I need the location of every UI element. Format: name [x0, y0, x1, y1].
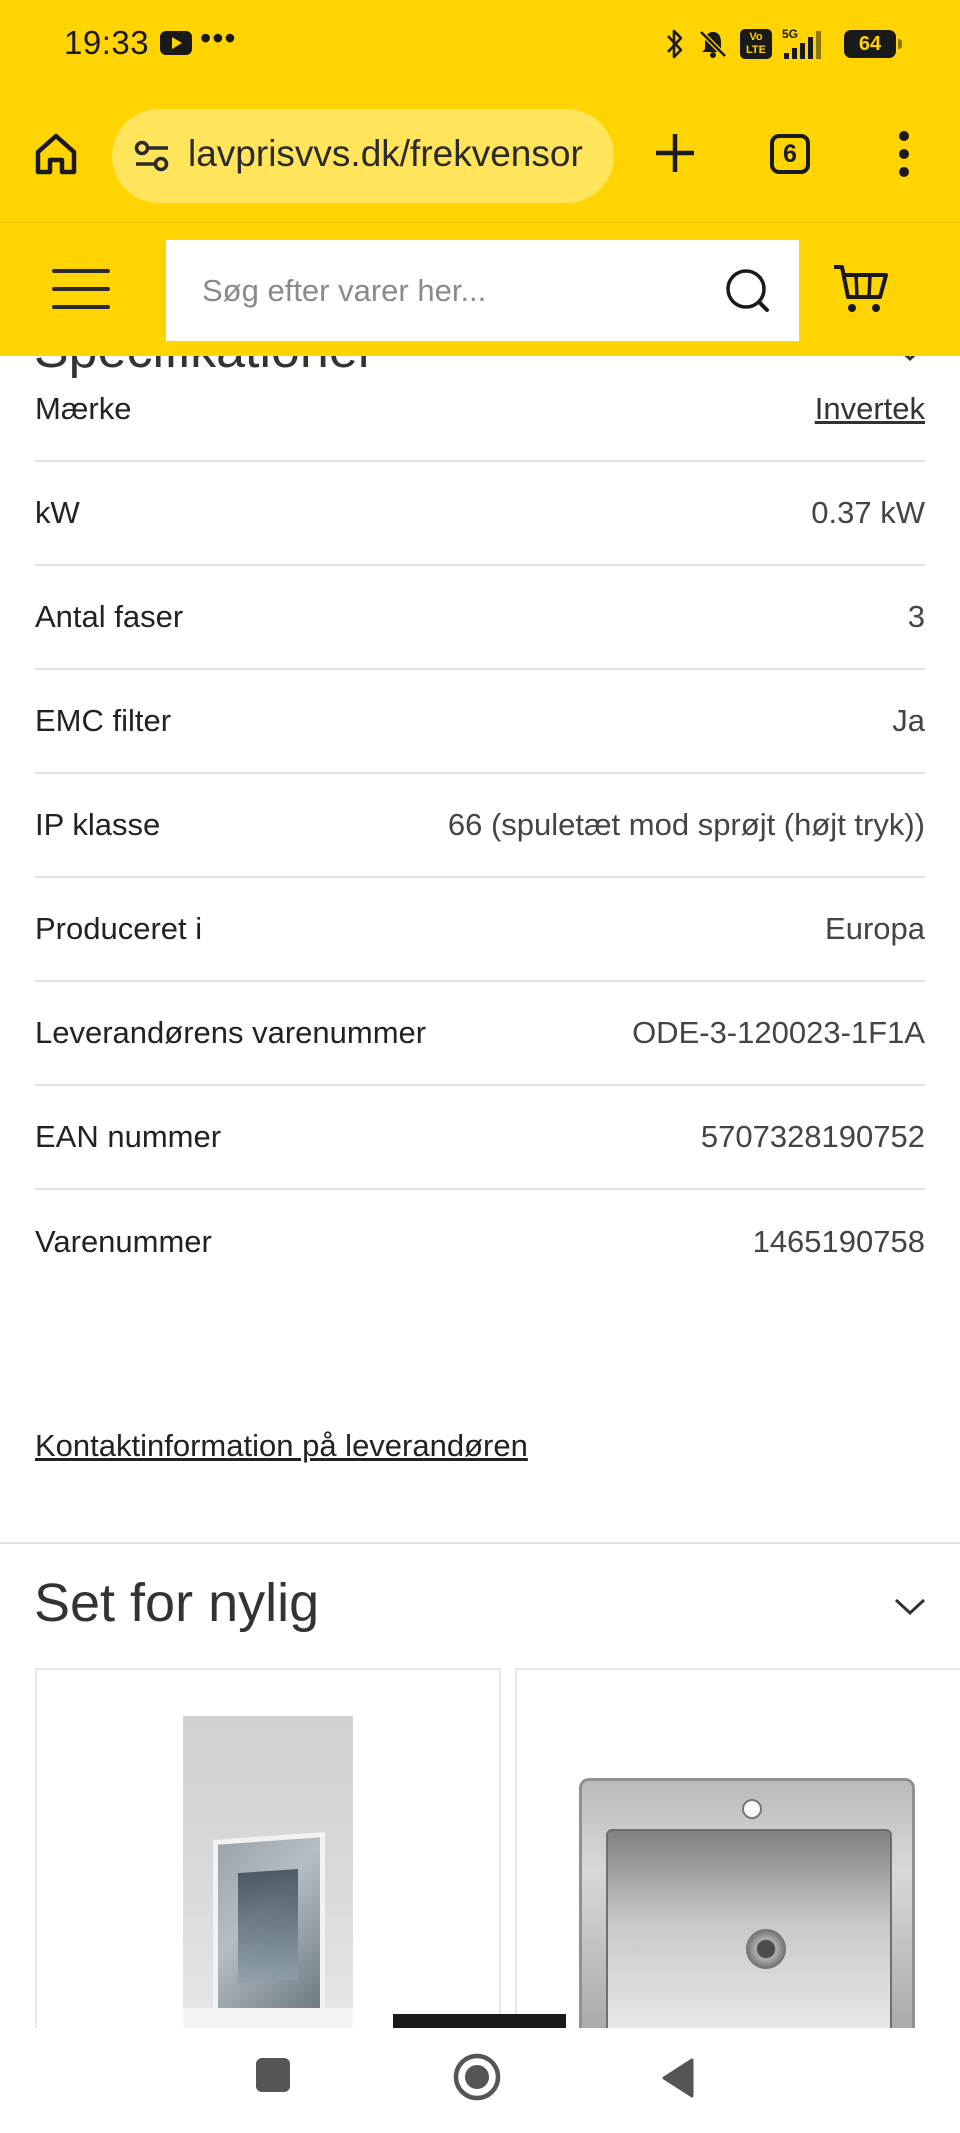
specifications-table: Mærke Invertek kW 0.37 kW Antal faser 3 …	[35, 358, 925, 1294]
url-text[interactable]: lavprisvvs.dk/frekvensor	[188, 133, 583, 175]
floor	[183, 2008, 353, 2028]
product-image-steel-sink[interactable]	[579, 1778, 915, 2028]
status-bar: 19:33 ••• Vo LTE 5G 64	[0, 0, 960, 92]
svg-text:5G: 5G	[782, 27, 798, 41]
new-tab-plus-icon[interactable]	[652, 130, 698, 176]
section-divider	[0, 1542, 960, 1544]
more-notifications-icon: •••	[200, 20, 237, 56]
spec-value: 3	[907, 599, 925, 634]
more-vert-icon[interactable]	[896, 130, 912, 178]
recently-viewed-title[interactable]: Set for nylig	[34, 1572, 319, 1634]
search-box	[166, 240, 799, 341]
nav-back-icon[interactable]	[660, 2058, 696, 2098]
tabs-count-button[interactable]: 6	[770, 134, 810, 174]
mute-bell-icon	[699, 30, 727, 58]
spec-value: ODE-3-120023-1F1A	[632, 1015, 925, 1050]
spec-label: IP klasse	[35, 807, 161, 842]
spec-label: kW	[35, 495, 80, 530]
product-image-glass-door[interactable]	[183, 1716, 353, 2028]
spec-row: EAN nummer 5707328190752	[35, 1086, 925, 1190]
spec-row: Leverandørens varenummer ODE-3-120023-1F…	[35, 982, 925, 1086]
youtube-notification-icon	[160, 31, 192, 55]
spec-label: EMC filter	[35, 703, 172, 738]
floating-bar[interactable]	[393, 2014, 566, 2028]
spec-label: Antal faser	[35, 599, 184, 634]
door-glass	[238, 1868, 298, 1984]
search-input[interactable]	[166, 240, 706, 341]
spec-label: Leverandørens varenummer	[35, 1015, 427, 1050]
supplier-contact-link[interactable]: Kontaktinformation på leverandøren	[35, 1428, 528, 1464]
site-settings-icon[interactable]	[132, 139, 172, 173]
spec-row: EMC filter Ja	[35, 670, 925, 774]
spec-value: 5707328190752	[700, 1119, 925, 1154]
door-frame	[213, 1832, 325, 2025]
product-card[interactable]	[515, 1668, 960, 2028]
signal-icon: 5G	[782, 27, 821, 59]
spec-row: Mærke Invertek	[35, 358, 925, 462]
site-header	[0, 222, 960, 356]
spec-label: EAN nummer	[35, 1119, 222, 1154]
sink-drain	[746, 1929, 786, 1969]
spec-label: Produceret i	[35, 911, 203, 946]
search-icon[interactable]	[723, 266, 773, 316]
spec-row: kW 0.37 kW	[35, 462, 925, 566]
nav-home-icon[interactable]	[452, 2052, 502, 2102]
spec-value: 66 (spuletæt mod sprøjt (højt tryk))	[447, 807, 925, 842]
battery-icon: 64	[844, 30, 902, 58]
browser-toolbar: lavprisvvs.dk/frekvensor 6	[0, 92, 960, 222]
cart-icon[interactable]	[832, 263, 890, 315]
address-bar[interactable]: lavprisvvs.dk/frekvensor	[112, 109, 614, 203]
spec-row: Varenummer 1465190758	[35, 1190, 925, 1294]
spec-value: 0.37 kW	[811, 495, 925, 530]
status-time: 19:33	[64, 24, 150, 61]
hamburger-menu-icon[interactable]	[52, 269, 112, 309]
nav-recents-icon[interactable]	[256, 2058, 290, 2092]
spec-value: Europa	[825, 911, 925, 946]
spec-row: Antal faser 3	[35, 566, 925, 670]
spec-row: IP klasse 66 (spuletæt mod sprøjt (højt …	[35, 774, 925, 878]
tap-hole	[742, 1799, 762, 1819]
status-icons: Vo LTE 5G 64	[664, 24, 902, 64]
system-navigation-bar	[0, 2028, 960, 2133]
bluetooth-icon	[667, 29, 683, 59]
volte-icon: Vo LTE	[740, 29, 772, 59]
chevron-down-icon[interactable]	[894, 1598, 926, 1616]
product-card[interactable]	[35, 1668, 501, 2028]
sink-basin	[606, 1829, 892, 2028]
spec-value: Ja	[892, 703, 925, 738]
spec-label: Varenummer	[35, 1224, 212, 1259]
brand-link[interactable]: Invertek	[815, 391, 925, 427]
spec-value: 1465190758	[752, 1224, 925, 1259]
spec-row: Produceret i Europa	[35, 878, 925, 982]
spec-label: Mærke	[35, 391, 132, 426]
home-icon[interactable]	[30, 128, 82, 180]
